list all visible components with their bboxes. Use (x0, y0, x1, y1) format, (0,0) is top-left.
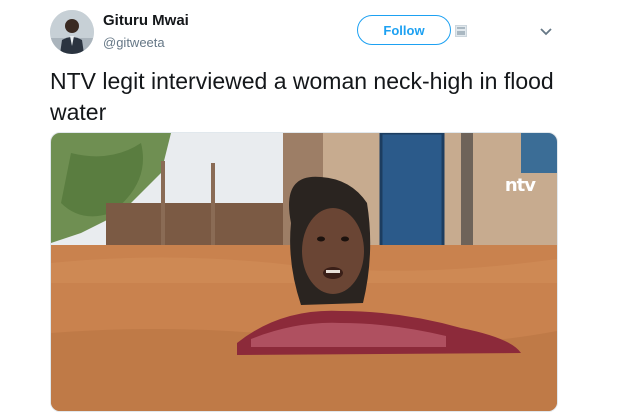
avatar-image (50, 10, 94, 54)
follow-button[interactable]: Follow (357, 15, 451, 45)
author-name[interactable]: Gituru Mwai (103, 12, 189, 29)
page-edge (610, 0, 624, 417)
chevron-down-icon[interactable] (539, 27, 553, 37)
ntv-watermark: ntv (504, 175, 536, 196)
tweet-media[interactable]: ntv (50, 132, 558, 412)
author-handle[interactable]: @gitweeta (103, 35, 165, 50)
card-icon[interactable] (455, 25, 467, 37)
video-frame-image (51, 133, 557, 411)
avatar[interactable] (50, 10, 94, 54)
tweet-text: NTV legit interviewed a woman neck-high … (50, 68, 554, 125)
